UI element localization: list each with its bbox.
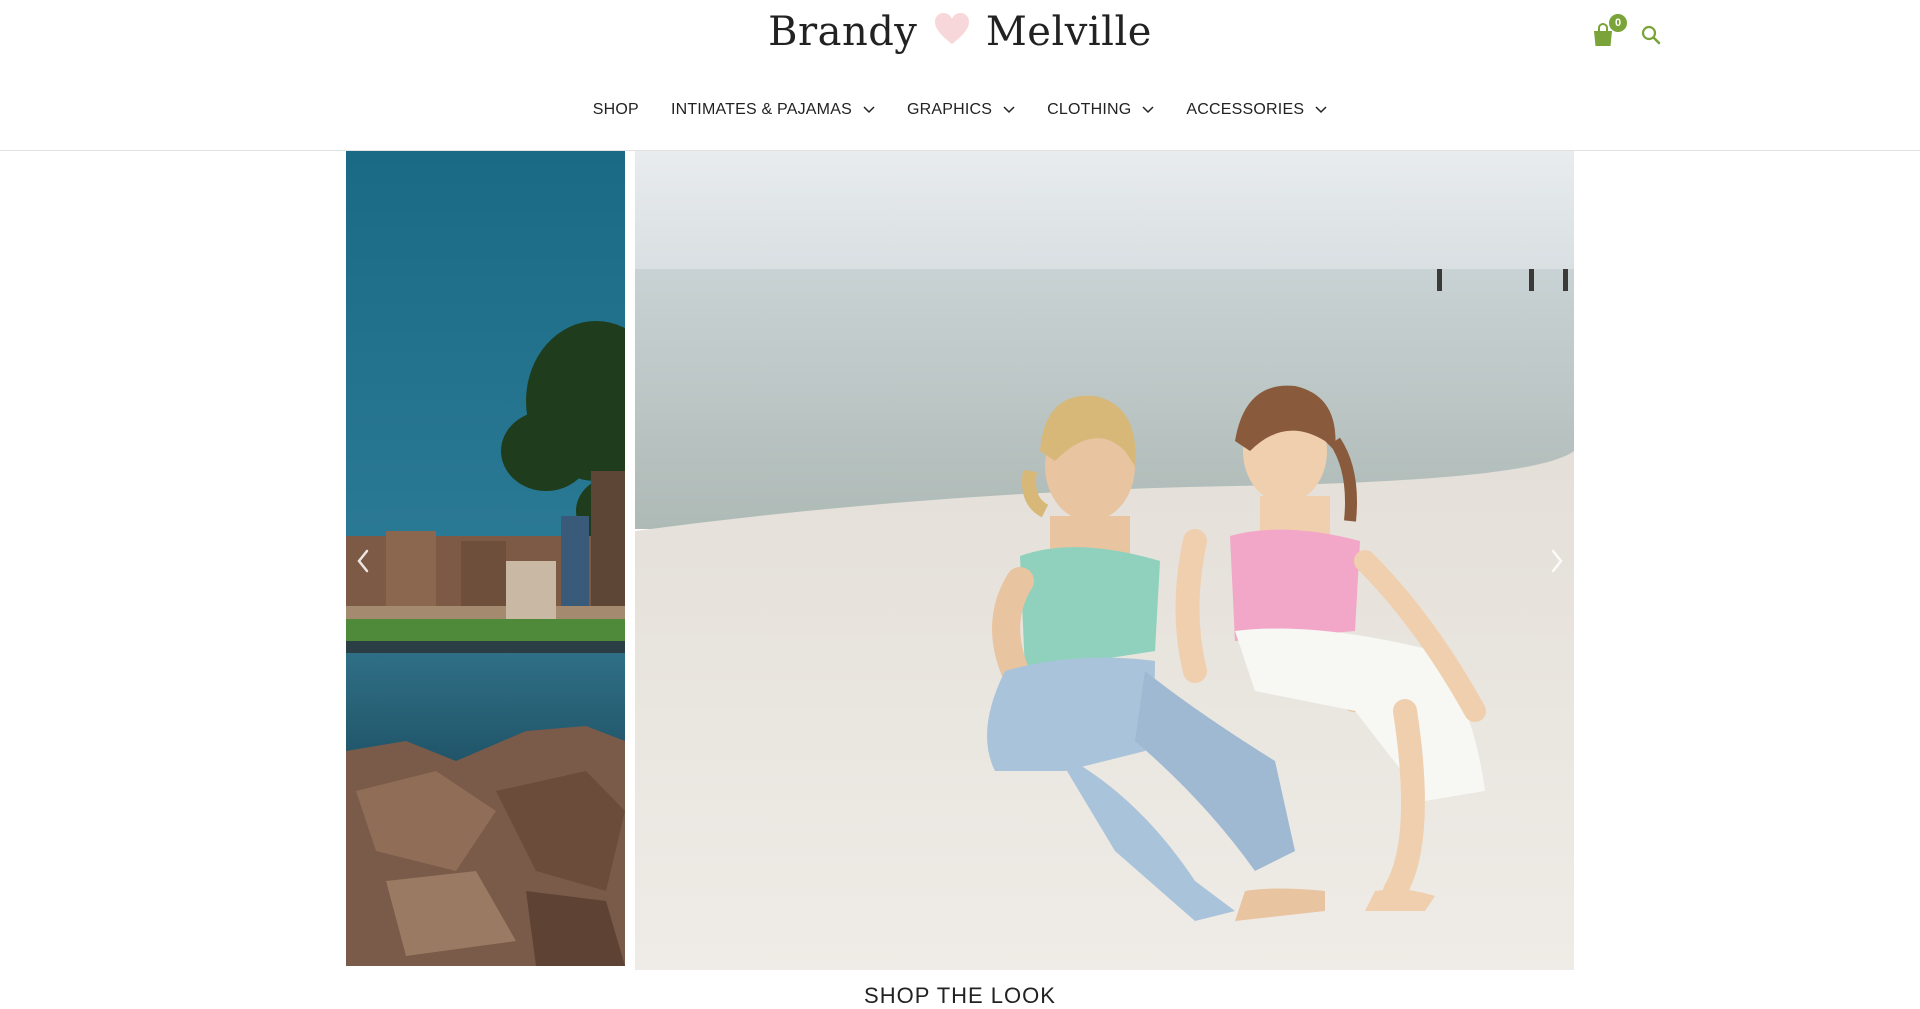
chevron-left-icon[interactable]	[348, 531, 378, 591]
chevron-down-icon	[1315, 106, 1327, 114]
brand-logo[interactable]: Brandy Melville	[0, 6, 1920, 55]
chevron-down-icon	[1142, 106, 1154, 114]
chevron-down-icon	[1003, 106, 1015, 114]
brand-word-2: Melville	[985, 9, 1152, 55]
brand-word-1: Brandy	[768, 9, 918, 55]
nav-item-intimates-pajamas[interactable]: INTIMATES & PAJAMAS	[671, 96, 875, 124]
chevron-right-icon[interactable]	[1542, 531, 1572, 591]
section-heading: SHOP THE LOOK	[864, 983, 1056, 1008]
carousel-slide-current[interactable]	[635, 151, 1574, 970]
nav-item-graphics[interactable]: GRAPHICS	[907, 96, 1015, 124]
nav-item-clothing[interactable]: CLOTHING	[1047, 96, 1154, 124]
hero-carousel	[346, 151, 1574, 970]
main-navigation: SHOP INTIMATES & PAJAMAS GRAPHICS CLOTHI…	[0, 96, 1920, 124]
nav-item-accessories[interactable]: ACCESSORIES	[1186, 96, 1327, 124]
nav-item-label: CLOTHING	[1047, 101, 1132, 118]
carousel-slide-previous[interactable]	[346, 151, 625, 966]
nav-item-label: SHOP	[592, 101, 639, 118]
nav-item-label: GRAPHICS	[906, 101, 993, 118]
chevron-down-icon	[863, 106, 875, 114]
search-icon[interactable]	[1640, 24, 1662, 46]
nav-item-shop[interactable]: SHOP	[593, 96, 639, 124]
nav-item-label: INTIMATES & PAJAMAS	[670, 101, 852, 118]
nav-item-label: ACCESSORIES	[1186, 101, 1305, 118]
heart-icon	[934, 12, 969, 45]
site-header: Brandy Melville 0 SHOP INTIMATES & PAJAM…	[0, 0, 1920, 151]
cart-count-badge: 0	[1609, 14, 1627, 32]
